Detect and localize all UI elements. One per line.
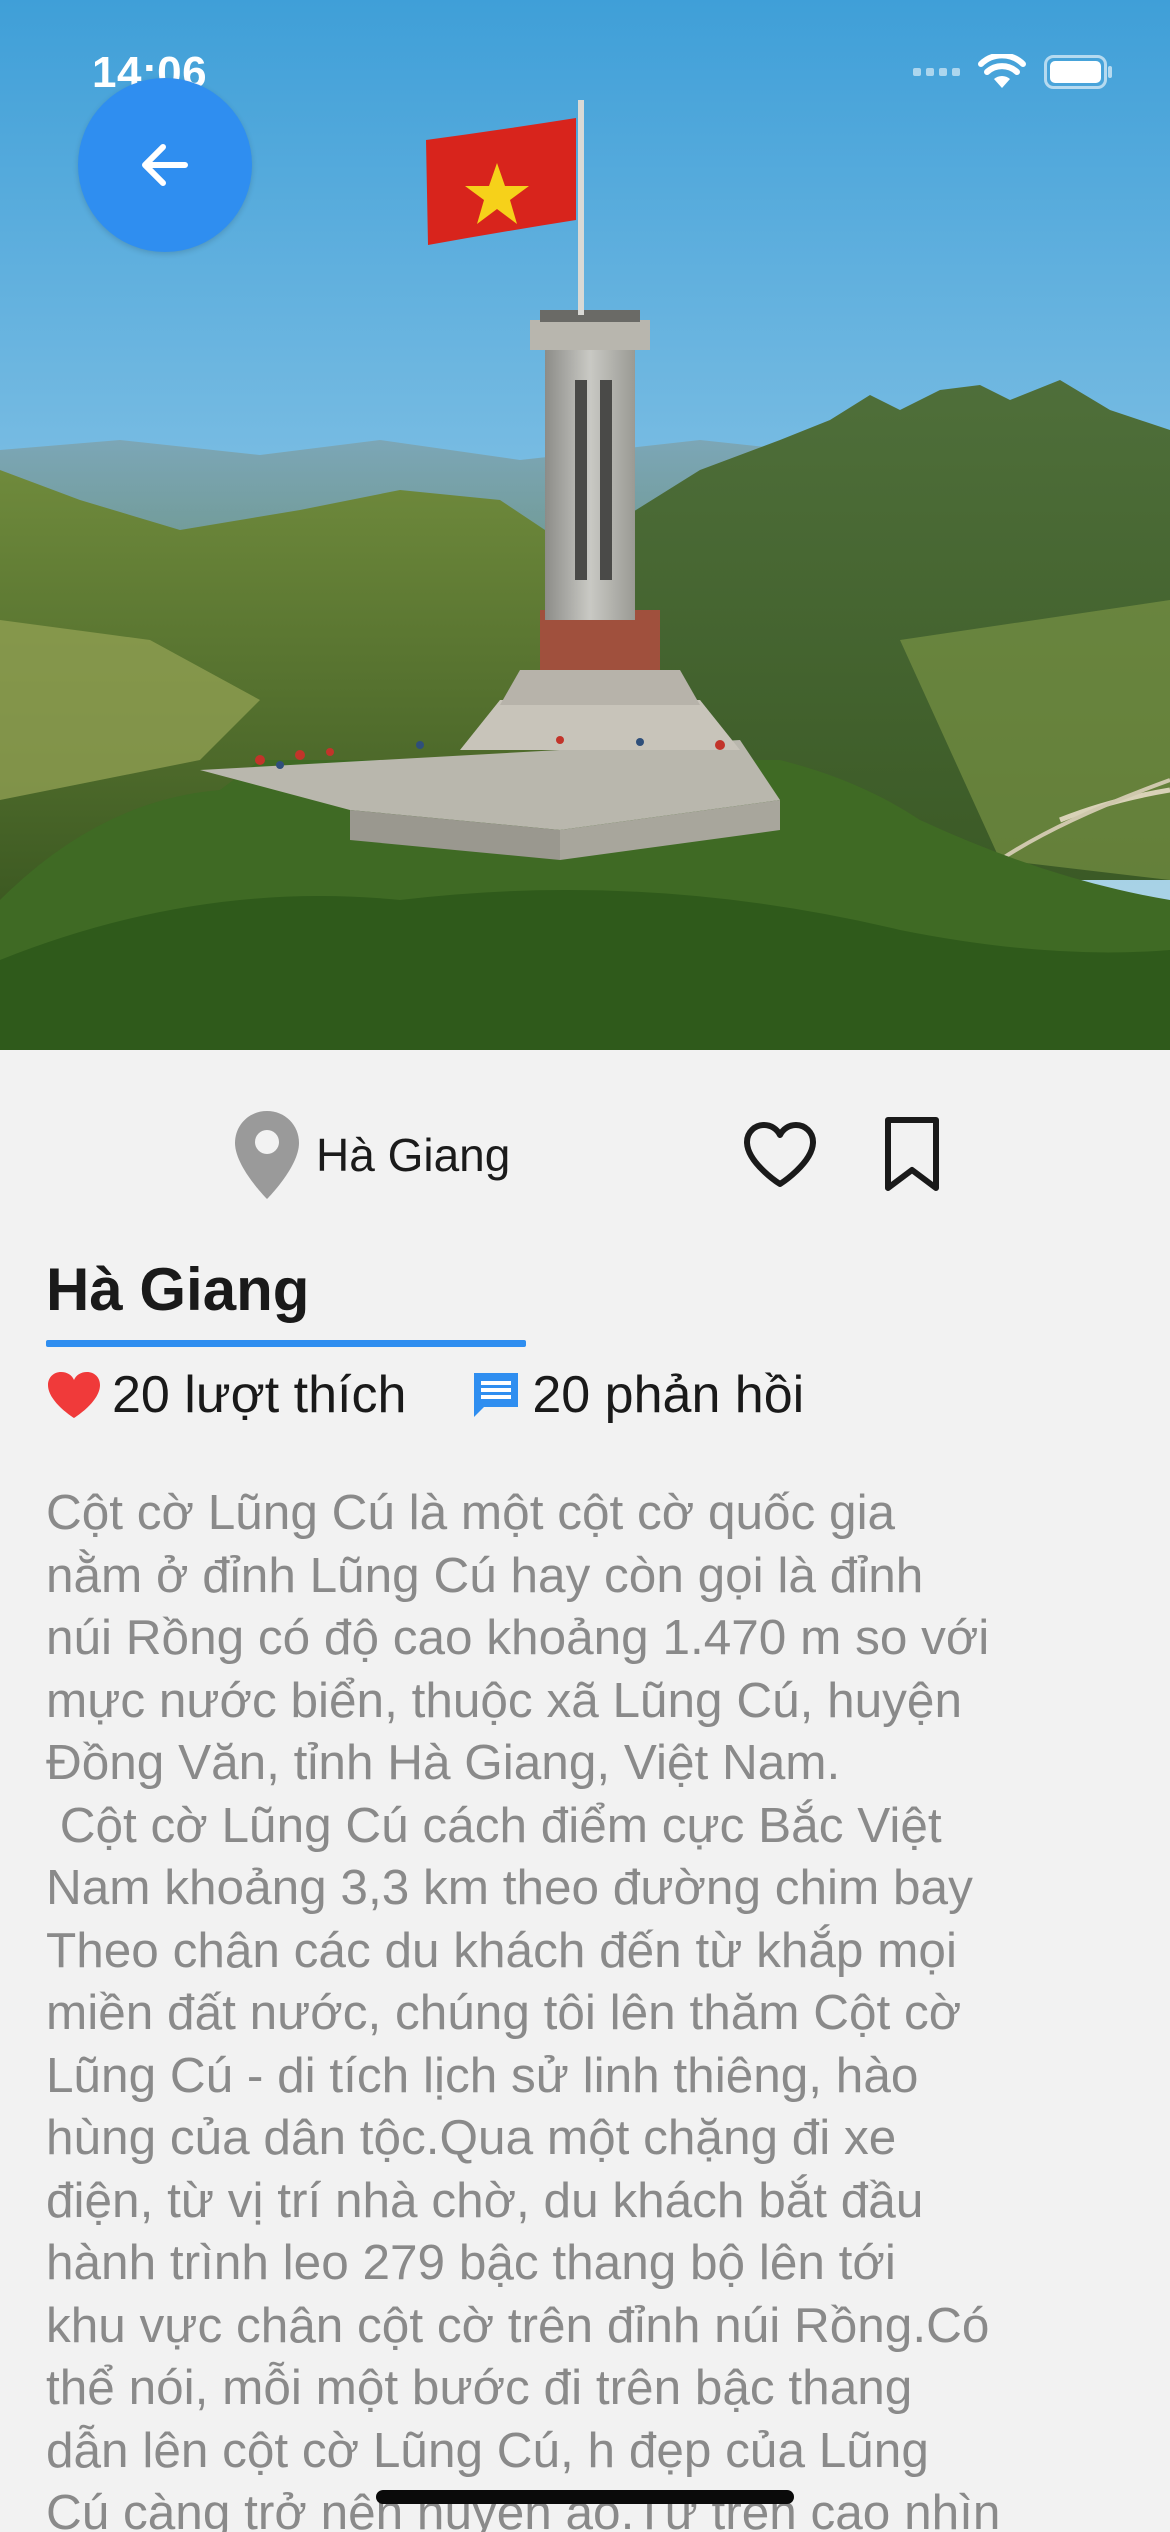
- location-text: Hà Giang: [316, 1129, 511, 1181]
- like-button[interactable]: [740, 1115, 820, 1195]
- action-row: Hà Giang: [0, 1105, 1170, 1205]
- battery-icon: [1044, 55, 1112, 89]
- location-label: Hà Giang: [232, 1105, 510, 1205]
- comment-icon: [474, 1373, 519, 1417]
- home-indicator[interactable]: [376, 2490, 794, 2504]
- cellular-signal-icon: [913, 68, 960, 76]
- arrow-left-icon: [142, 144, 188, 186]
- heart-filled-icon: [48, 1372, 100, 1418]
- bookmark-outline-icon: [885, 1117, 939, 1191]
- heart-outline-icon: [744, 1122, 816, 1187]
- stats-row: 20 lượt thích 20 phản hồi: [46, 1360, 804, 1430]
- title-underline: [46, 1340, 526, 1347]
- comments-count: 20 phản hồi: [532, 1366, 805, 1424]
- back-button[interactable]: [78, 78, 252, 252]
- wifi-icon: [978, 54, 1026, 88]
- map-pin-icon: [235, 1111, 299, 1199]
- bookmark-button[interactable]: [872, 1111, 952, 1199]
- comments-stat[interactable]: 20 phản hồi: [470, 1365, 804, 1425]
- likes-stat[interactable]: 20 lượt thích: [46, 1365, 406, 1425]
- place-description: Cột cờ Lũng Cú là một cột cờ quốc gia nằ…: [46, 1485, 1001, 2532]
- status-indicators: [913, 54, 1114, 90]
- place-title: Hà Giang: [46, 1256, 310, 1323]
- likes-count: 20 lượt thích: [112, 1366, 407, 1424]
